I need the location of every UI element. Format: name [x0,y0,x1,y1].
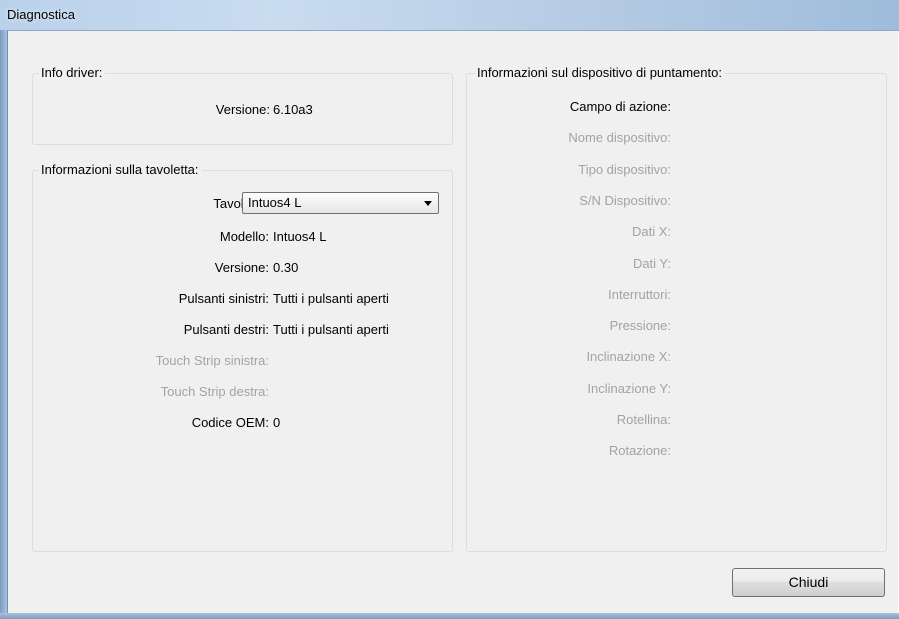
tablet-info-value: 0 [273,415,281,430]
pointer-info-group: Informazioni sul dispositivo di puntamen… [466,65,887,552]
window-title: Diagnostica [7,7,75,22]
pointer-info-row: S/N Dispositivo: [467,192,886,210]
tablet-select-value: Intuos4 L [248,195,302,210]
pointer-info-row: Interruttori: [467,286,886,304]
pointer-info-label: Rotellina: [616,412,671,427]
window-frame-bottom [0,613,899,619]
tablet-info-label: Touch Strip sinistra: [155,353,269,368]
diagnostics-window: Diagnostica Info driver: Versione: 6.10a… [0,0,899,619]
tablet-info-legend: Informazioni sulla tavoletta: [39,162,202,177]
pointer-info-label: Rotazione: [608,443,671,459]
tablet-info-row: Touch Strip sinistra: [33,352,452,370]
driver-info-legend: Info driver: [39,65,106,80]
driver-info-group: Info driver: Versione: 6.10a3 [32,65,453,145]
pointer-info-label: S/N Dispositivo: [579,192,671,208]
tablet-info-label: Touch Strip destra: [160,384,269,399]
pointer-info-row: Inclinazione X: [467,348,886,366]
pointer-info-legend: Informazioni sul dispositivo di puntamen… [475,65,725,80]
pointer-info-row: Tipo dispositivo: [467,161,886,179]
tablet-info-row: Pulsanti destri: Tutti i pulsanti aperti [33,321,452,339]
close-button[interactable]: Chiudi [732,568,885,597]
tablet-info-label: Codice OEM: [191,415,269,430]
tablet-info-label: Versione: [214,260,269,275]
pointer-info-label: Inclinazione Y: [587,380,671,396]
tablet-info-row: Versione: 0.30 [33,259,452,277]
pointer-info-label: Pressione: [609,318,671,334]
window-frame-left [0,30,7,619]
driver-version-label: Versione: [215,102,270,117]
tablet-info-value: Tutti i pulsanti aperti [273,291,389,306]
driver-version-row: Versione: 6.10a3 [33,101,452,119]
pointer-info-row: Inclinazione Y: [467,380,886,398]
tablet-info-row: Modello: Intuos4 L [33,228,452,246]
pointer-info-label: Tipo dispositivo: [578,161,671,177]
pointer-info-label: Interruttori: [608,286,671,302]
tablet-info-row: Touch Strip destra: [33,383,452,401]
pointer-info-row: Rotazione: [467,442,886,460]
pointer-info-row: Campo di azione: [467,98,886,116]
pointer-info-label: Dati X: [631,224,671,240]
driver-version-value: 6.10a3 [273,102,313,117]
tablet-info-row: Pulsanti sinistri: Tutti i pulsanti apert… [33,290,452,308]
tablet-info-value: 0.30 [273,260,299,275]
tablet-info-label: Pulsanti sinistri: [178,291,269,306]
tablet-info-label: Modello: [219,229,269,244]
tablet-info-row: Codice OEM: 0 [33,414,452,432]
pointer-info-label: Campo di azione: [569,99,671,114]
tablet-info-group: Informazioni sulla tavoletta: Tavoletta:… [32,162,453,552]
pointer-info-row: Rotellina: [467,411,886,429]
pointer-info-row: Dati Y: [467,255,886,273]
tablet-info-label: Pulsanti destri: [183,322,269,337]
chevron-down-icon [424,201,432,206]
tablet-info-value: Intuos4 L [273,229,327,244]
pointer-info-row: Pressione: [467,317,886,335]
pointer-info-label: Inclinazione X: [586,349,671,365]
title-bar[interactable]: Diagnostica [0,0,899,31]
pointer-info-row: Nome dispositivo: [467,129,886,147]
pointer-info-row: Dati X: [467,223,886,241]
tablet-info-value: Tutti i pulsanti aperti [273,322,389,337]
pointer-info-label: Dati Y: [632,255,671,271]
tablet-select-dropdown[interactable]: Intuos4 L [242,192,439,214]
pointer-info-label: Nome dispositivo: [568,130,671,146]
